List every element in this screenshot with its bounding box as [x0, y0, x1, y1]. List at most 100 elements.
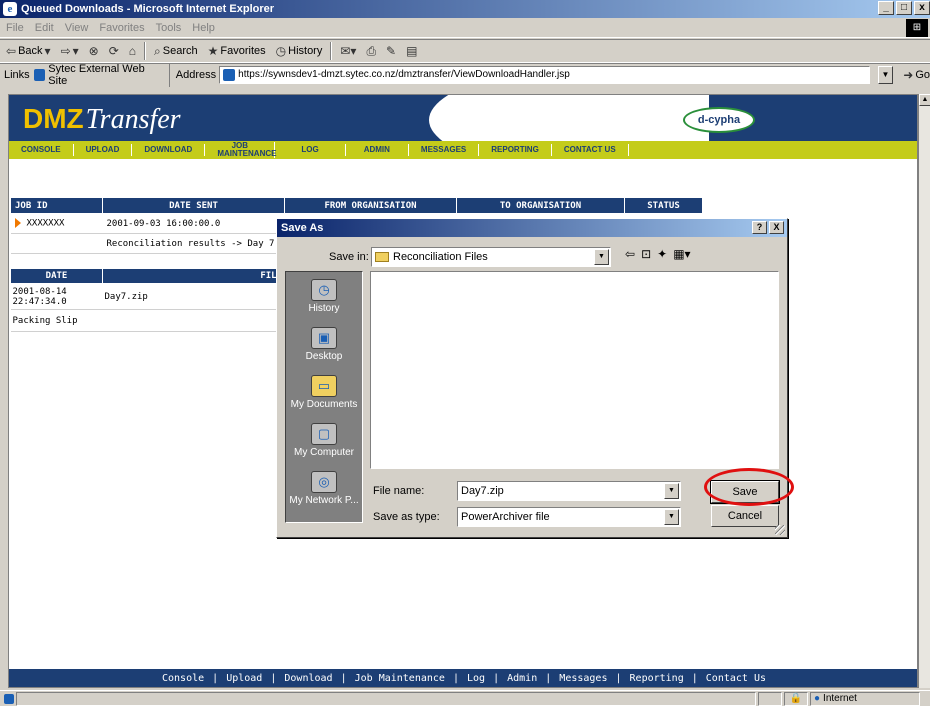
menu-view[interactable]: View	[65, 22, 89, 34]
footer-reporting[interactable]: Reporting	[628, 673, 686, 684]
nav-messages[interactable]: MESSAGES	[409, 144, 480, 156]
menu-edit[interactable]: Edit	[35, 22, 54, 34]
save-in-select[interactable]: Reconciliation Files ▼	[371, 247, 611, 267]
ie-logo-icon: e	[3, 2, 17, 16]
nav-log[interactable]: LOG	[275, 144, 346, 156]
file-name-cell[interactable]: Day7.zip	[102, 283, 285, 310]
logo-transfer: Transfer	[85, 104, 181, 135]
job-id-text: XXXXXXX	[26, 218, 65, 229]
history-button[interactable]: ◷ History	[274, 41, 325, 61]
file-list[interactable]	[370, 271, 779, 469]
discuss-button[interactable]: ▤	[404, 41, 419, 61]
back-icon[interactable]: ⇦	[625, 247, 635, 261]
refresh-button[interactable]: ⟳	[107, 41, 121, 61]
cancel-button[interactable]: Cancel	[711, 505, 779, 527]
home-icon: ⌂	[128, 44, 137, 58]
save-type-label: Save as type:	[373, 511, 440, 523]
favorites-icon: ★	[207, 44, 219, 58]
favorites-label: Favorites	[220, 45, 266, 57]
menu-tools[interactable]: Tools	[156, 22, 182, 34]
menu-help[interactable]: Help	[192, 22, 215, 34]
dialog-titlebar: Save As ? X	[277, 219, 787, 237]
new-folder-icon[interactable]: ✦	[657, 247, 667, 261]
nav-reporting[interactable]: REPORTING	[479, 144, 552, 156]
chevron-down-icon[interactable]: ▼	[594, 249, 609, 265]
chevron-down-icon[interactable]: ▼	[664, 483, 679, 499]
nav-admin[interactable]: ADMIN	[346, 144, 409, 156]
place-history[interactable]: ◷ History	[286, 272, 362, 320]
close-button[interactable]: x	[914, 1, 930, 15]
address-dropdown-button[interactable]: ▼	[877, 65, 894, 84]
footer-job-maintenance[interactable]: Job Maintenance	[353, 673, 447, 684]
col-to-org: TO ORGANISATION	[456, 197, 625, 214]
vertical-scrollbar[interactable]: ▲	[918, 94, 930, 688]
minimize-button[interactable]: _	[878, 1, 894, 15]
place-my-network[interactable]: ◎ My Network P...	[286, 464, 362, 512]
stop-button[interactable]: ⊗	[87, 41, 101, 61]
address-label: Address	[175, 68, 217, 81]
favorites-button[interactable]: ★ Favorites	[206, 41, 268, 61]
links-label[interactable]: Links	[4, 69, 30, 81]
menu-bar: File Edit View Favorites Tools Help ⊞	[0, 18, 930, 38]
computer-icon: ▢	[311, 422, 337, 445]
chevron-down-icon[interactable]: ▼	[664, 509, 679, 525]
back-button[interactable]: ⇦ Back ▾	[4, 41, 53, 61]
col-from-org: FROM ORGANISATION	[284, 197, 457, 214]
place-my-computer[interactable]: ▢ My Computer	[286, 416, 362, 464]
places-bar: ◷ History ▣ Desktop ▭ My Documents ▢ My …	[285, 271, 363, 523]
place-my-documents[interactable]: ▭ My Documents	[286, 368, 362, 416]
resize-grip-icon[interactable]	[775, 525, 785, 535]
search-label: Search	[162, 45, 198, 57]
save-in-label: Save in:	[329, 251, 369, 263]
menu-file[interactable]: File	[6, 22, 24, 34]
view-menu-icon[interactable]: ▦▾	[673, 247, 690, 261]
expand-arrow-icon[interactable]	[14, 218, 21, 229]
address-input[interactable]: https://sywnsdev1-dmzt.sytec.co.nz/dmztr…	[219, 65, 870, 84]
job-id-cell[interactable]: XXXXXXX	[10, 213, 103, 234]
save-type-select[interactable]: PowerArchiver file ▼	[457, 507, 681, 527]
nav-download[interactable]: DOWNLOAD	[132, 144, 206, 156]
footer-admin[interactable]: Admin	[505, 673, 539, 684]
file-name-input[interactable]: Day7.zip ▼	[457, 481, 681, 501]
back-label: Back	[18, 45, 43, 57]
print-button[interactable]: ⎙	[364, 41, 378, 61]
nav-job-maintenance[interactable]: JOB MAINTENANCE	[205, 142, 276, 158]
footer-upload[interactable]: Upload	[224, 673, 264, 684]
go-label: Go	[915, 68, 930, 81]
nav-console[interactable]: CONSOLE	[9, 144, 74, 156]
zone-label: Internet	[823, 693, 857, 704]
footer-log[interactable]: Log	[465, 673, 487, 684]
place-desktop[interactable]: ▣ Desktop	[286, 320, 362, 368]
edit-button[interactable]: ✎	[384, 41, 398, 61]
dialog-help-button[interactable]: ?	[752, 221, 767, 234]
search-button[interactable]: ⌕ Search	[152, 41, 200, 61]
col-date-sent: DATE SENT	[102, 197, 285, 214]
folder-icon	[375, 252, 389, 262]
window-titlebar: e Queued Downloads - Microsoft Internet …	[0, 0, 930, 18]
menu-favorites[interactable]: Favorites	[99, 22, 144, 34]
ext-site-label: Sytec External Web Site	[48, 62, 145, 87]
dmz-logo: DMZ Transfer	[23, 103, 181, 136]
home-button[interactable]: ⌂	[127, 41, 138, 61]
mail-button[interactable]: ✉▾	[338, 41, 358, 61]
page-icon	[223, 68, 236, 81]
dialog-close-button[interactable]: X	[769, 221, 784, 234]
footer-messages[interactable]: Messages	[557, 673, 609, 684]
nav-contact-us[interactable]: CONTACT US	[552, 144, 629, 156]
up-folder-icon[interactable]: ⊡	[641, 247, 651, 261]
window-title: Queued Downloads - Microsoft Internet Ex…	[21, 3, 275, 15]
address-bar: Links Sytec External Web Site Address ht…	[0, 62, 930, 87]
logo-dmz: DMZ	[23, 103, 84, 134]
save-button[interactable]: Save	[710, 480, 780, 504]
file-name-cell	[102, 309, 285, 332]
forward-button[interactable]: ⇨ ▾	[59, 41, 81, 61]
footer-console[interactable]: Console	[160, 673, 206, 684]
scroll-up-icon[interactable]: ▲	[919, 94, 930, 106]
footer-contact-us[interactable]: Contact Us	[704, 673, 768, 684]
ext-site-link[interactable]: Sytec External Web Site	[33, 62, 170, 87]
maximize-button[interactable]: □	[896, 1, 912, 15]
mail-icon: ✉▾	[340, 44, 357, 58]
footer-download[interactable]: Download	[282, 673, 334, 684]
nav-upload[interactable]: UPLOAD	[74, 144, 133, 156]
go-button[interactable]: ➜ Go	[903, 68, 930, 82]
